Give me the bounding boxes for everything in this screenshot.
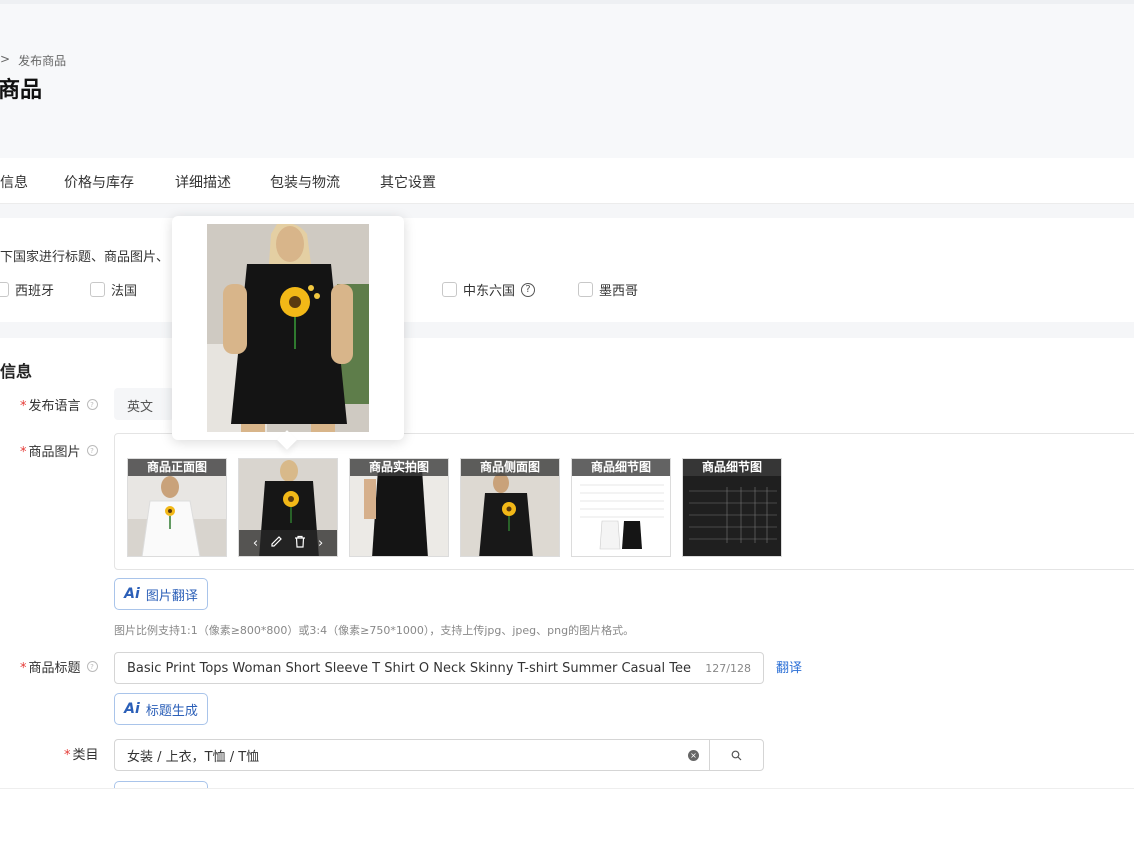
- product-image-front[interactable]: 商品正面图: [127, 458, 227, 557]
- required-mark: *: [20, 445, 27, 460]
- section-title: 信息: [0, 362, 33, 381]
- checkbox-label: 墨西哥: [599, 284, 639, 299]
- product-image-detail-2[interactable]: 商品细节图: [682, 458, 782, 557]
- checkbox-box[interactable]: [90, 282, 105, 297]
- title-label-text: 商品标题: [28, 661, 81, 676]
- lang-label: * 发布语言 ?: [20, 395, 98, 414]
- title-label: * 商品标题 ?: [20, 657, 98, 676]
- checkbox-label: 法国: [111, 284, 138, 299]
- image-preview-popover: [172, 216, 404, 450]
- checkbox-label: 西班牙: [15, 284, 55, 299]
- title-generate-button[interactable]: Ai 标题生成: [114, 693, 208, 725]
- required-mark: *: [64, 748, 71, 763]
- tab-packaging-logistics[interactable]: 包装与物流: [270, 172, 340, 192]
- basic-info-card: 信息 * 发布语言 ? 英文 * 商品图片 ? 商品正面图 ‹ › 商品实拍图 …: [0, 338, 1134, 789]
- thumb-label: 商品实拍图: [350, 459, 448, 476]
- ai-icon: Ai: [124, 701, 140, 717]
- checkbox-france[interactable]: 法国: [90, 280, 137, 299]
- title-generate-label: 标题生成: [145, 703, 198, 719]
- category-label-text: 类目: [72, 748, 99, 763]
- checkbox-middle-east[interactable]: 中东六国 ?: [442, 280, 536, 299]
- images-label-text: 商品图片: [28, 445, 81, 460]
- breadcrumb-separator: >: [0, 52, 11, 66]
- thumb-label: 商品侧面图: [461, 459, 559, 476]
- category-value[interactable]: 女装 / 上衣，T恤 / T恤: [115, 746, 688, 765]
- page-bottom: [0, 788, 1134, 846]
- images-label: * 商品图片 ?: [20, 441, 98, 460]
- product-image-selected[interactable]: ‹ ›: [238, 458, 338, 557]
- product-image-side[interactable]: 商品侧面图: [460, 458, 560, 557]
- country-description: 下国家进行标题、商品图片、: [0, 250, 170, 265]
- tab-description[interactable]: 详细描述: [175, 172, 231, 192]
- section-gap: [0, 322, 1134, 338]
- image-panel: 商品正面图 ‹ › 商品实拍图 商品侧面图 商品细节图 商品细节图: [114, 433, 1134, 570]
- image-toolbar: ‹ ›: [239, 530, 337, 556]
- help-icon[interactable]: ?: [86, 399, 98, 410]
- section-gap: [0, 204, 1134, 218]
- tab-basic-info[interactable]: 信息: [0, 172, 28, 192]
- title-input[interactable]: Basic Print Tops Woman Short Sleeve T Sh…: [114, 652, 764, 684]
- checkbox-spain[interactable]: 西班牙: [0, 280, 54, 299]
- help-circle-icon[interactable]: ?: [521, 282, 536, 297]
- checkbox-box[interactable]: [578, 282, 593, 297]
- checkbox-label: 中东六国: [463, 284, 516, 299]
- checkbox-box[interactable]: [442, 282, 457, 297]
- thumb-label: 商品细节图: [572, 459, 670, 476]
- search-icon: [731, 750, 742, 760]
- product-image-real[interactable]: 商品实拍图: [349, 458, 449, 557]
- help-icon[interactable]: ?: [86, 661, 98, 672]
- tab-price-stock[interactable]: 价格与库存: [64, 172, 134, 192]
- title-char-count: 127/128: [705, 661, 751, 675]
- category-label: * 类目: [64, 744, 99, 763]
- prev-icon[interactable]: ‹: [253, 536, 258, 551]
- thumb-label: 商品细节图: [683, 459, 781, 476]
- trash-icon[interactable]: [294, 535, 306, 552]
- page-title: 商品: [0, 78, 43, 103]
- image-translate-button[interactable]: Ai 图片翻译: [114, 578, 208, 610]
- image-translate-label: 图片翻译: [145, 588, 198, 604]
- thumb-label: 商品正面图: [128, 459, 226, 476]
- lang-label-text: 发布语言: [28, 399, 81, 414]
- checkbox-mexico[interactable]: 墨西哥: [578, 280, 638, 299]
- category-input[interactable]: 女装 / 上衣，T恤 / T恤 ×: [114, 739, 764, 771]
- language-select[interactable]: 英文: [114, 388, 174, 420]
- search-button[interactable]: [709, 740, 763, 770]
- breadcrumb: > 发布商品: [0, 52, 66, 69]
- preview-image: [207, 224, 369, 432]
- tab-bar: 信息 价格与库存 详细描述 包装与物流 其它设置: [0, 158, 1134, 204]
- clear-icon[interactable]: ×: [688, 749, 699, 761]
- help-icon[interactable]: ?: [86, 445, 98, 456]
- image-hint: 图片比例支持1:1（像素≥800*800）或3:4（像素≥750*1000），支…: [114, 624, 635, 637]
- page-header: > 发布商品 商品: [0, 4, 1134, 158]
- required-mark: *: [20, 661, 27, 676]
- title-value[interactable]: Basic Print Tops Woman Short Sleeve T Sh…: [127, 661, 695, 676]
- ai-icon: Ai: [124, 586, 140, 602]
- translate-link[interactable]: 翻译: [776, 657, 802, 676]
- next-icon[interactable]: ›: [318, 536, 323, 551]
- checkbox-box[interactable]: [0, 282, 9, 297]
- tab-other-settings[interactable]: 其它设置: [380, 172, 436, 192]
- country-card: 下国家进行标题、商品图片、 西班牙 法国 中东六国 ? 墨西哥: [0, 218, 1134, 322]
- required-mark: *: [20, 399, 27, 414]
- edit-icon[interactable]: [270, 535, 283, 552]
- breadcrumb-current: 发布商品: [18, 54, 67, 68]
- product-image-detail-1[interactable]: 商品细节图: [571, 458, 671, 557]
